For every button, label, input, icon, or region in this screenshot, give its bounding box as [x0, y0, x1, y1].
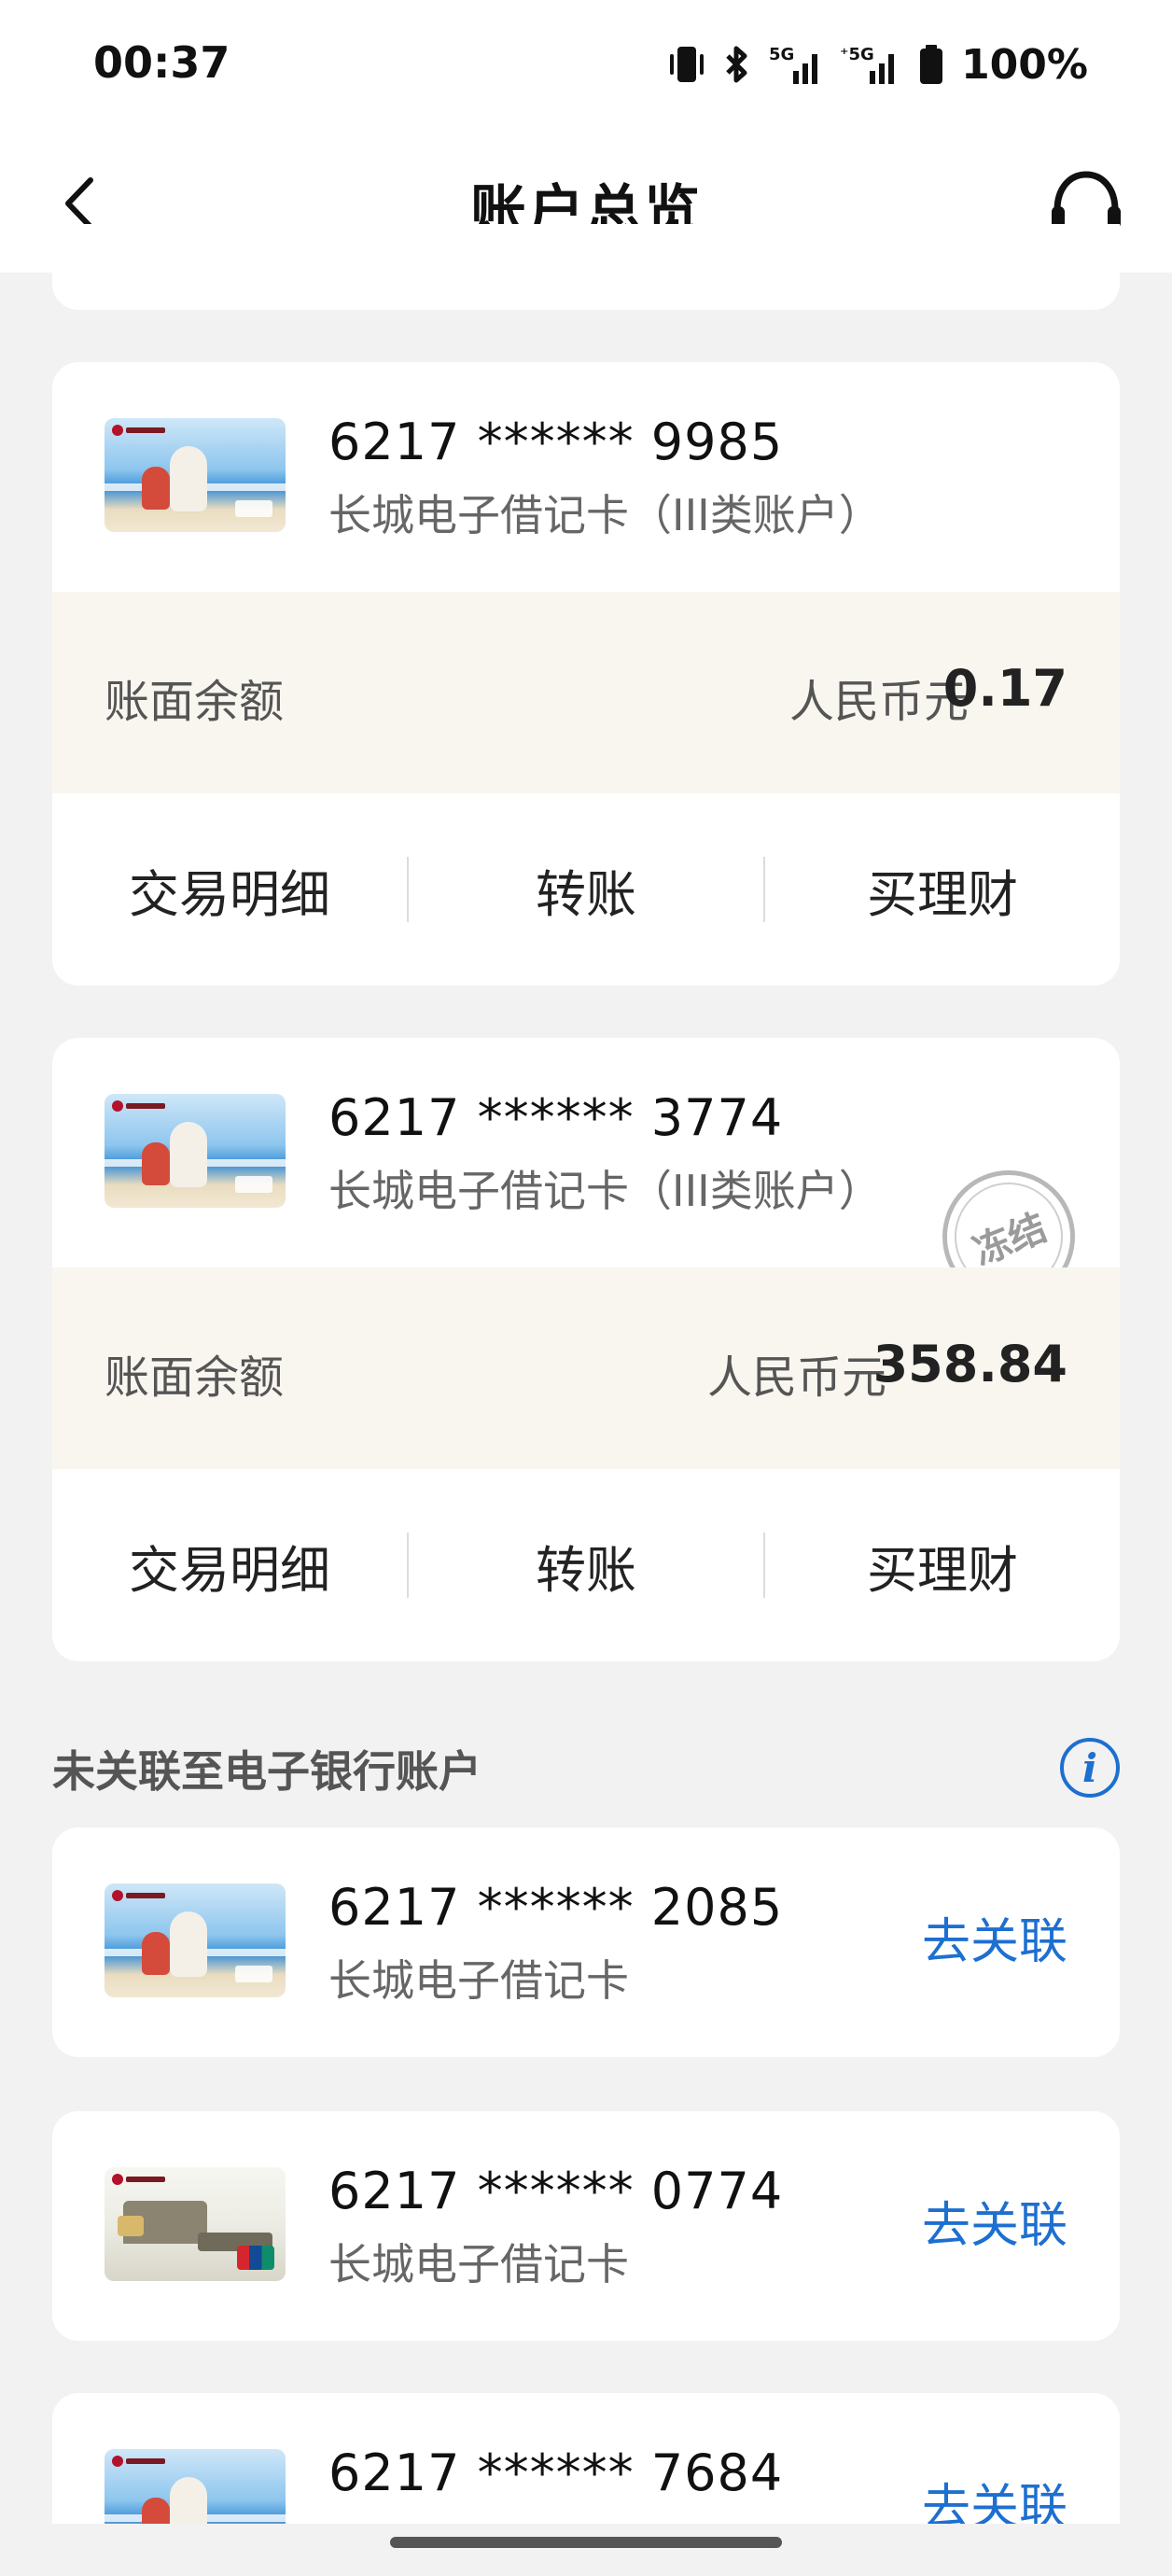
balance-label: 账面余额 — [105, 1351, 285, 1404]
link-account-button[interactable]: 去关联 — [922, 1902, 1067, 1972]
transaction-details-button[interactable]: 交易明细 — [52, 1529, 407, 1603]
buy-wealth-product-button[interactable]: 买理财 — [765, 853, 1120, 927]
account-number: 6217 ****** 9985 — [328, 413, 784, 471]
card-image — [105, 418, 286, 532]
status-bar: 00:37 5G ⁺5G 100% — [0, 0, 1172, 134]
balance-row: 账面余额 人民币元 358.84 — [52, 1267, 1120, 1469]
account-type: 长城电子借记卡 — [328, 1955, 629, 2006]
link-account-button[interactable]: 去关联 — [922, 2186, 1067, 2256]
svg-text:⁺5G: ⁺5G — [840, 45, 874, 64]
balance-value: 0.17 — [942, 659, 1067, 718]
signal-5g-icon: ⁺5G — [840, 45, 895, 84]
battery-percentage: 100% — [961, 40, 1088, 89]
info-icon[interactable]: i — [1060, 1738, 1120, 1798]
bluetooth-icon — [726, 46, 747, 83]
balance-currency: 人民币元 — [706, 1351, 886, 1404]
account-number: 6217 ****** 2085 — [328, 1878, 784, 1937]
status-time: 00:37 — [93, 37, 230, 88]
account-summary[interactable]: 6217 ****** 3774 长城电子借记卡（III类账户） 冻结 — [52, 1038, 1120, 1303]
account-summary[interactable]: 6217 ****** 9985 长城电子借记卡（III类账户） — [52, 362, 1120, 592]
transfer-button[interactable]: 转账 — [409, 853, 763, 927]
balance-currency: 人民币元 — [788, 676, 969, 728]
account-actions: 交易明细 转账 买理财 — [52, 793, 1120, 986]
account-type: 长城电子借记卡（III类账户） — [328, 1166, 882, 1216]
transaction-details-button[interactable]: 交易明细 — [52, 853, 407, 927]
account-card-partial — [52, 224, 1120, 310]
card-image — [105, 1094, 286, 1208]
balance-row: 账面余额 人民币元 0.17 — [52, 592, 1120, 793]
account-actions: 交易明细 转账 买理财 — [52, 1469, 1120, 1661]
signal-5g-icon: 5G — [769, 45, 818, 84]
account-number: 6217 ****** 0774 — [328, 2162, 784, 2220]
gesture-bar-area — [0, 2524, 1172, 2576]
card-image — [105, 1883, 286, 1997]
status-icons: 5G ⁺5G 100% — [668, 40, 1088, 89]
card-image — [105, 2167, 286, 2281]
account-card: 6217 ****** 3774 长城电子借记卡（III类账户） 冻结 账面余额… — [52, 1038, 1120, 1661]
home-indicator[interactable] — [390, 2537, 782, 2548]
account-number: 6217 ****** 7684 — [328, 2443, 784, 2502]
balance-value: 358.84 — [872, 1335, 1067, 1393]
account-card: 6217 ****** 9985 长城电子借记卡（III类账户） 账面余额 人民… — [52, 362, 1120, 986]
transfer-button[interactable]: 转账 — [409, 1529, 763, 1603]
battery-icon — [920, 45, 943, 84]
account-type: 长城电子借记卡（III类账户） — [328, 490, 882, 540]
account-type: 长城电子借记卡 — [328, 2239, 629, 2289]
svg-text:5G: 5G — [769, 45, 794, 64]
account-number: 6217 ****** 3774 — [328, 1088, 784, 1147]
unlinked-section-title: 未关联至电子银行账户 — [52, 1746, 481, 1797]
buy-wealth-product-button[interactable]: 买理财 — [765, 1529, 1120, 1603]
unlinked-account-card: 6217 ****** 0774 长城电子借记卡 去关联 — [52, 2111, 1120, 2341]
unlinked-account-card: 6217 ****** 2085 长城电子借记卡 去关联 — [52, 1827, 1120, 2057]
vibrate-icon — [670, 47, 705, 82]
balance-label: 账面余额 — [105, 676, 285, 728]
frozen-stamp-label: 冻结 — [967, 1206, 1053, 1275]
